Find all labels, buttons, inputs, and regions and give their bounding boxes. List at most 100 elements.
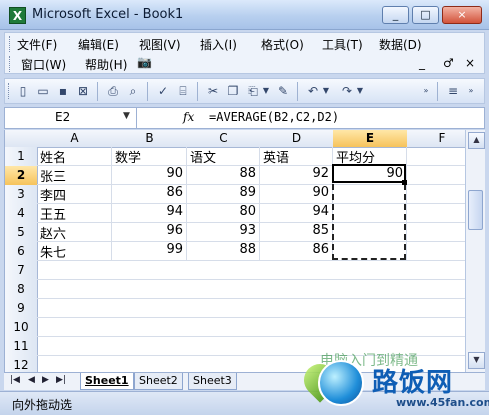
column-header-f[interactable]: F	[407, 130, 465, 148]
print-icon[interactable]: ⎙	[105, 83, 121, 99]
cell-f5[interactable]	[407, 223, 465, 242]
last-sheet-icon[interactable]: ▶|	[56, 375, 66, 385]
empty-row-9[interactable]	[37, 299, 465, 318]
row-header-2[interactable]: 2	[5, 166, 38, 186]
cell-e5[interactable]	[333, 223, 407, 242]
row-header-8[interactable]: 8	[5, 280, 38, 300]
first-sheet-icon[interactable]: |◀	[10, 375, 20, 385]
cell-a2[interactable]: 张三	[37, 166, 112, 185]
row-header-9[interactable]: 9	[5, 299, 38, 319]
empty-row-8[interactable]	[37, 280, 465, 299]
cell-d5[interactable]: 85	[260, 223, 333, 242]
permission-icon[interactable]: ⊠	[75, 83, 91, 99]
column-header-c[interactable]: C	[187, 130, 261, 148]
cell-c2[interactable]: 88	[187, 166, 260, 185]
open-icon[interactable]: ▭	[35, 83, 51, 99]
prev-sheet-icon[interactable]: ◀	[28, 375, 35, 385]
row-header-7[interactable]: 7	[5, 261, 38, 281]
row-header-12[interactable]: 12	[5, 356, 38, 372]
next-sheet-icon[interactable]: ▶	[42, 375, 49, 385]
cell-d2[interactable]: 92	[260, 166, 333, 185]
paste-dropdown-icon[interactable]: ▼	[261, 83, 271, 99]
align-left-icon[interactable]: ≡	[445, 83, 461, 99]
doc-minimize-button[interactable]: _	[419, 56, 425, 70]
tab-sheet1[interactable]: Sheet1	[80, 373, 134, 390]
close-button[interactable]: ×	[442, 6, 482, 24]
cell-c3[interactable]: 89	[187, 185, 260, 204]
insert-function-icon[interactable]: fx	[183, 110, 194, 124]
menu-view[interactable]: 视图(V)	[139, 36, 181, 53]
cell-b5[interactable]: 96	[112, 223, 187, 242]
camera-icon[interactable]: 📷	[137, 55, 152, 69]
cell-d6[interactable]: 86	[260, 242, 333, 261]
row-header-10[interactable]: 10	[5, 318, 38, 338]
cell-f6[interactable]	[407, 242, 465, 261]
cell-e4[interactable]	[333, 204, 407, 223]
row-header-6[interactable]: 6	[5, 242, 38, 262]
tab-sheet2[interactable]: Sheet2	[134, 373, 183, 390]
select-all-corner[interactable]	[5, 130, 38, 148]
cut-icon[interactable]: ✂	[205, 83, 221, 99]
vertical-scrollbar[interactable]: ▲ ▼	[465, 130, 485, 372]
redo-icon[interactable]: ↷	[339, 83, 355, 99]
cell-f2[interactable]	[407, 166, 465, 185]
cell-a6[interactable]: 朱七	[37, 242, 112, 261]
toolbar-options-icon[interactable]: »	[421, 83, 431, 99]
row-header-4[interactable]: 4	[5, 204, 38, 224]
formula-input[interactable]: =AVERAGE(B2,C2,D2)	[209, 110, 339, 124]
cell-b1[interactable]: 数学	[112, 147, 187, 166]
fill-handle[interactable]	[402, 180, 407, 185]
tab-sheet3[interactable]: Sheet3	[188, 373, 237, 390]
cell-b3[interactable]: 86	[112, 185, 187, 204]
redo-dropdown-icon[interactable]: ▼	[355, 83, 365, 99]
row-header-3[interactable]: 3	[5, 185, 38, 205]
cell-a4[interactable]: 王五	[37, 204, 112, 223]
cell-a5[interactable]: 赵六	[37, 223, 112, 242]
menu-file[interactable]: 文件(F)	[17, 36, 57, 53]
cell-c5[interactable]: 93	[187, 223, 260, 242]
scroll-thumb[interactable]	[468, 190, 483, 230]
chevron-down-icon[interactable]: ▼	[123, 111, 130, 121]
cell-b2[interactable]: 90	[112, 166, 187, 185]
maximize-button[interactable]: □	[412, 6, 439, 24]
save-icon[interactable]: ▪	[55, 83, 71, 99]
menu-window[interactable]: 窗口(W)	[21, 56, 66, 73]
cell-f1[interactable]	[407, 147, 465, 166]
row-header-1[interactable]: 1	[5, 147, 38, 167]
column-header-e[interactable]: E	[333, 130, 408, 148]
research-icon[interactable]: ⌸	[175, 83, 191, 99]
menu-edit[interactable]: 编辑(E)	[78, 36, 119, 53]
cell-d1[interactable]: 英语	[260, 147, 333, 166]
column-header-b[interactable]: B	[112, 130, 188, 148]
row-header-11[interactable]: 11	[5, 337, 38, 357]
undo-dropdown-icon[interactable]: ▼	[321, 83, 331, 99]
cell-d4[interactable]: 94	[260, 204, 333, 223]
cell-a3[interactable]: 李四	[37, 185, 112, 204]
minimize-button[interactable]: _	[382, 6, 409, 24]
undo-icon[interactable]: ↶	[305, 83, 321, 99]
copy-icon[interactable]: ❐	[225, 83, 241, 99]
doc-restore-button[interactable]: ♂	[443, 56, 454, 70]
spelling-icon[interactable]: ✓	[155, 83, 171, 99]
cell-c6[interactable]: 88	[187, 242, 260, 261]
cell-e6[interactable]	[333, 242, 407, 261]
cell-b4[interactable]: 94	[112, 204, 187, 223]
cell-c1[interactable]: 语文	[187, 147, 260, 166]
new-icon[interactable]: ▯	[15, 83, 31, 99]
doc-close-button[interactable]: ×	[465, 56, 475, 70]
cell-b6[interactable]: 99	[112, 242, 187, 261]
toolbar-options-icon-2[interactable]: »	[465, 83, 477, 99]
empty-row-7[interactable]	[37, 261, 465, 280]
excel-app-icon[interactable]: X	[9, 7, 26, 24]
menu-help[interactable]: 帮助(H)	[85, 56, 127, 73]
menu-insert[interactable]: 插入(I)	[200, 36, 237, 53]
paste-icon[interactable]: ⎗	[245, 83, 261, 99]
cell-f3[interactable]	[407, 185, 465, 204]
cell-c4[interactable]: 80	[187, 204, 260, 223]
menu-grip[interactable]	[9, 36, 13, 52]
menu-tools[interactable]: 工具(T)	[322, 36, 363, 53]
menu-grip-2[interactable]	[9, 56, 13, 72]
column-header-d[interactable]: D	[260, 130, 334, 148]
empty-row-10[interactable]	[37, 318, 465, 337]
print-preview-icon[interactable]: ⌕	[125, 83, 141, 99]
